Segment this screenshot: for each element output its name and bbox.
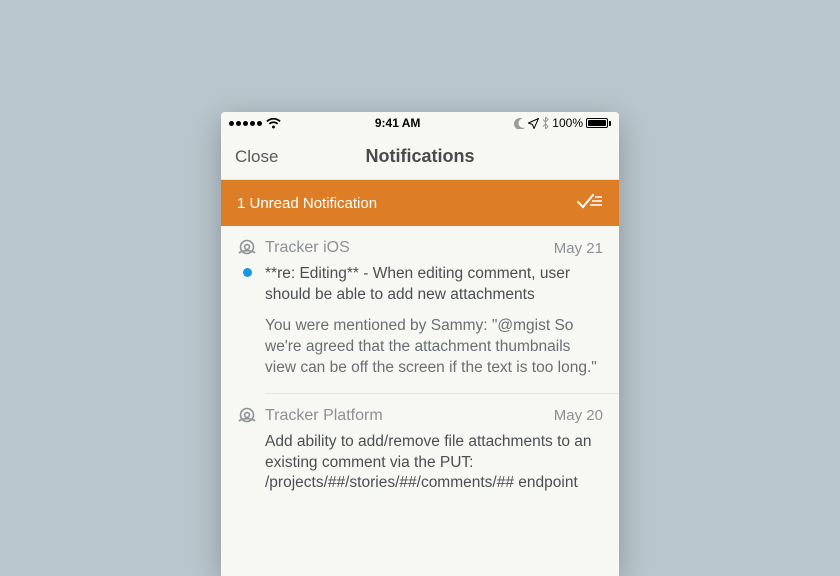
notification-subject: **re: Editing** - When editing comment, … <box>265 264 603 306</box>
unread-dot-icon <box>243 268 252 277</box>
battery-text: 100% <box>552 116 583 130</box>
project-name: Tracker iOS <box>265 239 546 257</box>
nav-bar: Close Notifications <box>221 134 619 180</box>
notification-detail: You were mentioned by Sammy: "@mgist So … <box>265 316 603 379</box>
status-right: 100% <box>514 116 611 130</box>
checkmark-all-icon <box>577 192 603 210</box>
phone-frame: 9:41 AM 100% Close Notifications 1 Unrea… <box>221 112 619 576</box>
notification-item[interactable]: Tracker iOS May 21 **re: Editing** - Whe… <box>221 226 619 393</box>
notification-item[interactable]: Tracker Platform May 20 Add ability to a… <box>221 394 619 509</box>
unread-banner: 1 Unread Notification <box>221 180 619 226</box>
page-title: Notifications <box>221 146 619 167</box>
status-time: 9:41 AM <box>281 116 514 130</box>
wifi-icon <box>266 118 281 129</box>
moon-icon <box>514 118 525 129</box>
project-name: Tracker Platform <box>265 407 546 425</box>
close-button[interactable]: Close <box>235 147 278 167</box>
signal-dots-icon <box>229 121 262 126</box>
mention-icon <box>237 238 257 258</box>
location-icon <box>528 118 539 129</box>
notification-date: May 21 <box>554 240 603 257</box>
notification-subject: Add ability to add/remove file attachmen… <box>265 432 603 495</box>
unread-banner-text: 1 Unread Notification <box>237 195 577 212</box>
status-bar: 9:41 AM 100% <box>221 112 619 134</box>
status-left <box>229 118 281 129</box>
mention-icon <box>237 406 257 426</box>
mark-all-read-button[interactable] <box>577 192 603 214</box>
notification-list[interactable]: Tracker iOS May 21 **re: Editing** - Whe… <box>221 226 619 576</box>
bluetooth-icon <box>542 117 549 129</box>
notification-date: May 20 <box>554 407 603 424</box>
battery-icon <box>586 118 611 128</box>
